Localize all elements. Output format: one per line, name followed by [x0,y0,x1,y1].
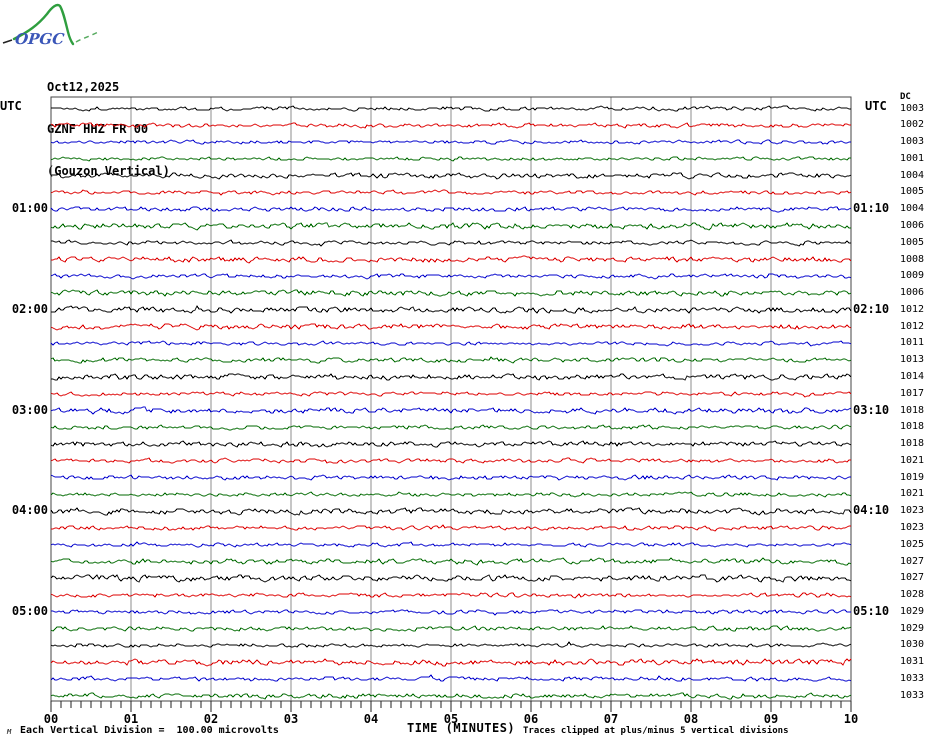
dc-value: 1006 [900,287,925,298]
clipping-note: Traces clipped at plus/minus 5 vertical … [523,726,789,736]
dc-value: 1014 [900,371,925,382]
dc-value: 1003 [900,103,925,114]
dc-value: 1031 [900,656,925,667]
x-tick-label: 07 [603,712,619,726]
dc-value: 1009 [900,270,925,281]
x-tick-label: 06 [523,712,539,726]
dc-value: 1023 [900,522,925,533]
dc-value: 1029 [900,606,925,617]
x-tick-label: 00 [43,712,59,726]
left-time-label: 05:00 [11,604,48,618]
dc-value: 1030 [900,639,925,650]
dc-value: 1018 [900,421,925,432]
right-time-label: 04:10 [853,503,890,517]
x-tick-label: 09 [763,712,779,726]
right-time-label: 01:10 [853,201,890,215]
left-time-label: 03:00 [11,403,48,417]
dc-value: 1004 [900,203,925,214]
dc-value: 1012 [900,321,925,332]
dc-value: 1005 [900,186,925,197]
seismogram-plot [50,96,852,712]
right-time-label: 02:10 [853,302,890,316]
dc-value: 1003 [900,136,925,147]
x-tick-label: 10 [843,712,859,726]
dc-value: 1033 [900,690,925,701]
left-time-label: 02:00 [11,302,48,316]
dc-value: 1028 [900,589,925,600]
dc-value: 1033 [900,673,925,684]
x-tick-label: 08 [683,712,699,726]
x-axis-title: TIME (MINUTES) [407,721,516,735]
dc-value: 1018 [900,405,925,416]
x-tick-label: 03 [283,712,299,726]
dc-value: 1027 [900,556,925,567]
dc-value: 1012 [900,304,925,315]
dc-value: 1004 [900,170,925,181]
left-time-label: 01:00 [11,201,48,215]
helicorder-page: OPGC Oct12,2025 GZNF HHZ FR 00 (Gouzon V… [0,0,930,744]
dc-value: 1019 [900,472,925,483]
left-time-label: 04:00 [11,503,48,517]
dc-value: 1018 [900,438,925,449]
x-tick-label: 02 [203,712,219,726]
x-tick-label: 04 [363,712,379,726]
right-time-label: 03:10 [853,403,890,417]
dc-value: 1002 [900,119,925,130]
dc-value: 1029 [900,623,925,634]
dc-value: 1008 [900,254,925,265]
dc-value: 1001 [900,153,925,164]
dc-value: 1023 [900,505,925,516]
dc-value: 1005 [900,237,925,248]
dc-value: 1006 [900,220,925,231]
vertical-division-scale-note: Each Vertical Division = 100.00 microvol… [20,725,279,736]
dc-value: 1021 [900,455,925,466]
watermark-glyph: M [7,728,12,736]
dc-value: 1017 [900,388,925,399]
dc-value: 1021 [900,488,925,499]
dc-value: 1011 [900,337,925,348]
right-time-label: 05:10 [853,604,890,618]
dc-value: 1025 [900,539,925,550]
dc-value: 1013 [900,354,925,365]
dc-value: 1027 [900,572,925,583]
x-tick-label: 01 [123,712,139,726]
